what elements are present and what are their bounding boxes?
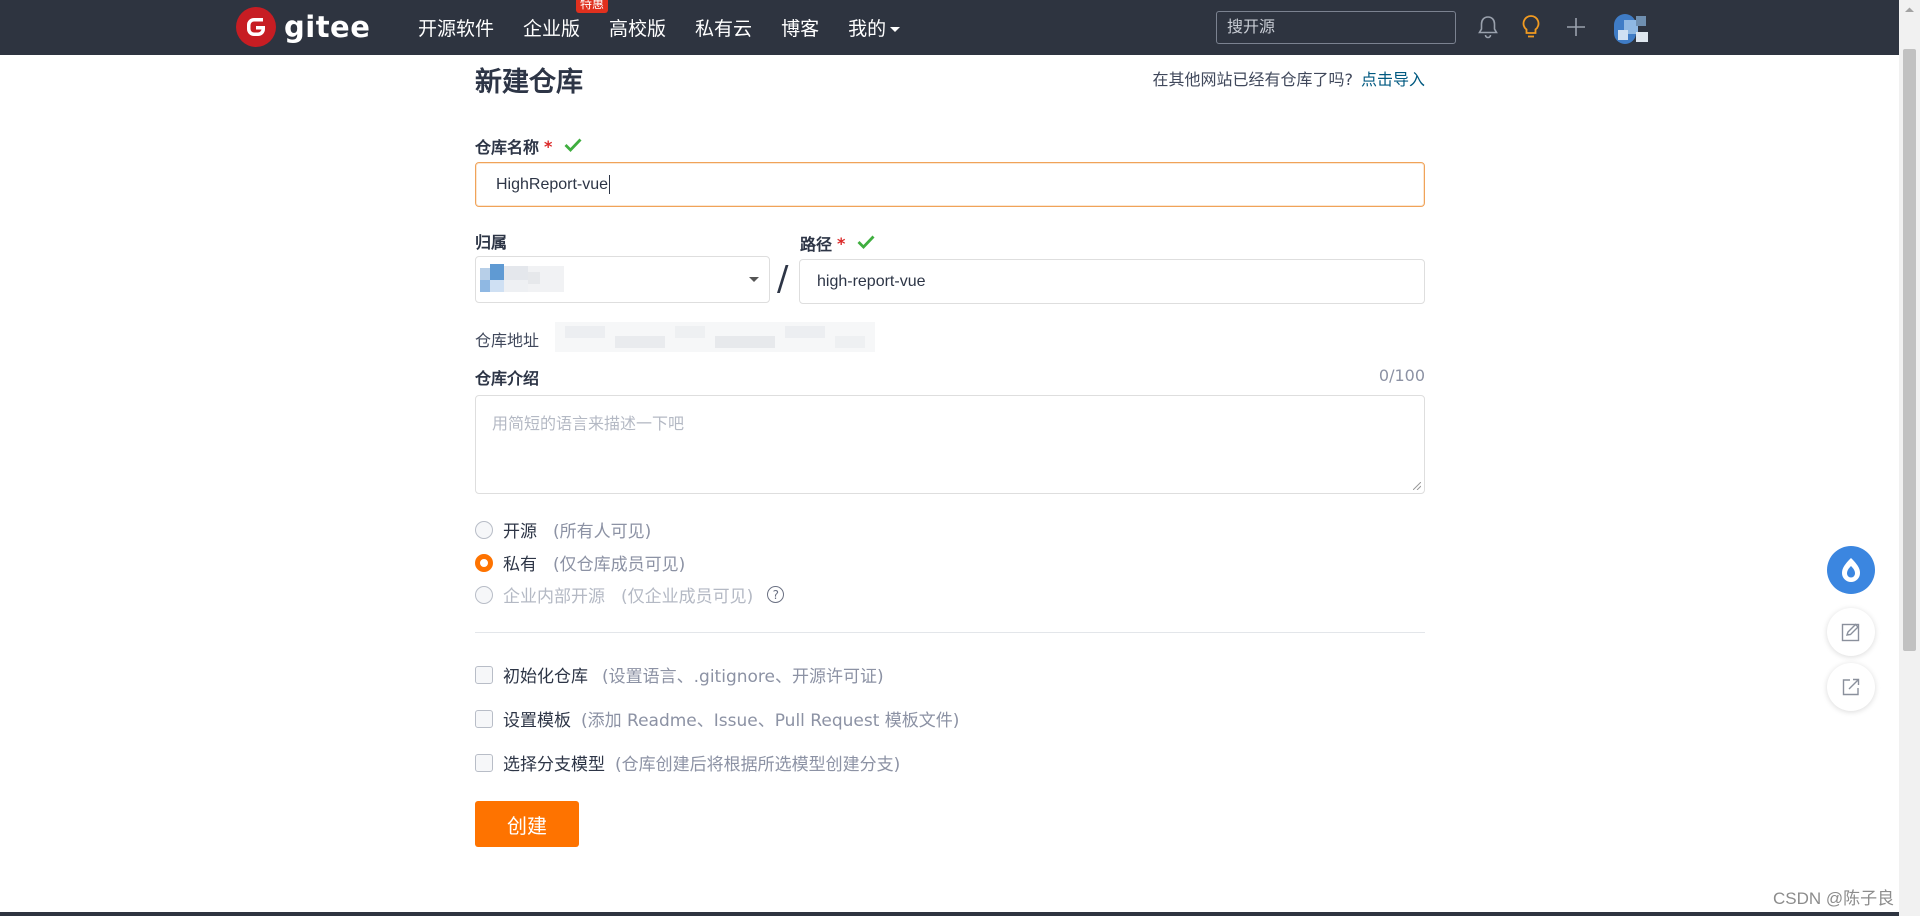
divider (475, 632, 1425, 633)
required-mark: * (544, 136, 553, 156)
radio-public-hint: (所有人可见) (553, 522, 652, 542)
description-counter: 0/100 (1378, 366, 1425, 385)
assistant-icon (1842, 558, 1860, 582)
checkbox-init-repo-hint: (设置语言、.gitignore、开源许可证) (602, 667, 884, 687)
bottom-edge (0, 912, 1899, 916)
nav-mine-label: 我的 (848, 18, 887, 40)
path-input[interactable]: high-report-vue (799, 259, 1425, 304)
radio-enterprise-hint: (仅企业成员可见) (621, 587, 754, 607)
description-label-text: 仓库介绍 (475, 369, 540, 388)
description-placeholder: 用简短的语言来描述一下吧 (492, 416, 685, 433)
resize-handle-icon[interactable] (1413, 482, 1421, 490)
main-nav: 开源软件 企业版 特惠 高校版 私有云 博客 我的 (418, 0, 929, 55)
nav-education[interactable]: 高校版 (609, 14, 666, 41)
owner-avatar (480, 264, 564, 292)
scrollbar-thumb[interactable] (1903, 49, 1916, 651)
checkbox-init-repo-box[interactable] (475, 665, 493, 684)
checkbox-init-repo[interactable]: 初始化仓库 (设置语言、.gitignore、开源许可证) (475, 662, 884, 687)
assistant-float-button[interactable] (1827, 546, 1875, 594)
radio-public-label: 开源 (503, 522, 537, 542)
path-value: high-report-vue (817, 272, 926, 290)
text-caret (609, 175, 611, 194)
checkbox-branch-model[interactable]: 选择分支模型 (仓库创建后将根据所选模型创建分支) (475, 750, 900, 775)
feedback-float-button[interactable] (1827, 608, 1875, 656)
nav-blog[interactable]: 博客 (781, 14, 819, 41)
gitee-logo[interactable]: gitee (236, 7, 370, 47)
radio-public-button[interactable] (475, 520, 493, 539)
promo-badge: 特惠 (576, 0, 609, 13)
path-label-text: 路径 (800, 235, 833, 254)
nav-enterprise[interactable]: 企业版 特惠 (523, 0, 609, 41)
import-tip: 在其他网站已经有仓库了吗? 点击导入 (1152, 66, 1425, 90)
import-tip-text: 在其他网站已经有仓库了吗? (1152, 70, 1353, 89)
checkbox-set-template-hint: (添加 Readme、Issue、Pull Request 模板文件) (581, 711, 960, 731)
nav-open-source[interactable]: 开源软件 (418, 14, 494, 41)
checkbox-branch-model-hint: (仓库创建后将根据所选模型创建分支) (615, 755, 901, 775)
owner-select[interactable] (475, 256, 770, 303)
chevron-down-icon (749, 277, 759, 282)
description-label: 仓库介绍 (475, 365, 539, 389)
path-separator: / (777, 259, 789, 299)
checkbox-set-template-label: 设置模板 (503, 711, 571, 731)
share-float-button[interactable] (1827, 663, 1875, 711)
gitee-logo-icon (236, 7, 276, 47)
nav-enterprise-label: 企业版 (523, 18, 581, 40)
external-link-icon (1842, 678, 1860, 696)
repo-name-label-text: 仓库名称 (475, 138, 540, 157)
import-link[interactable]: 点击导入 (1361, 70, 1425, 89)
page-scrollbar[interactable] (1899, 0, 1920, 916)
repo-name-label: 仓库名称 * (475, 134, 582, 158)
edit-icon (1841, 623, 1860, 642)
logo-text: gitee (284, 10, 371, 44)
repo-address-label: 仓库地址 (475, 331, 540, 350)
radio-private-hint: (仅仓库成员可见) (553, 555, 686, 575)
checkbox-branch-model-label: 选择分支模型 (503, 755, 605, 775)
page-title: 新建仓库 (475, 67, 583, 98)
checkbox-init-repo-label: 初始化仓库 (503, 667, 588, 687)
lightbulb-icon[interactable] (1517, 13, 1545, 41)
repo-name-input[interactable]: HighReport-vue (475, 162, 1425, 207)
radio-public[interactable]: 开源 (所有人可见) (475, 517, 651, 542)
bell-icon[interactable] (1474, 13, 1502, 41)
path-label: 路径 * (800, 231, 875, 255)
owner-label: 归属 (475, 229, 507, 253)
radio-private-label: 私有 (503, 555, 537, 575)
radio-enterprise-label: 企业内部开源 (503, 587, 605, 607)
help-icon[interactable]: ? (767, 586, 785, 603)
plus-icon[interactable] (1562, 13, 1590, 41)
top-navbar: gitee 开源软件 企业版 特惠 高校版 私有云 博客 我的 (0, 0, 1920, 55)
check-icon (857, 234, 875, 253)
user-avatar[interactable] (1610, 12, 1650, 46)
checkbox-set-template[interactable]: 设置模板 (添加 Readme、Issue、Pull Request 模板文件) (475, 706, 959, 731)
nav-mine[interactable]: 我的 (848, 14, 901, 41)
csdn-watermark: CSDN @陈子良 (1773, 889, 1895, 908)
repo-name-value: HighReport-vue (496, 175, 609, 193)
required-mark: * (837, 233, 846, 253)
description-textarea[interactable]: 用简短的语言来描述一下吧 (475, 395, 1425, 494)
chevron-down-icon (890, 27, 901, 32)
owner-label-text: 归属 (475, 233, 508, 252)
scroll-up-icon[interactable] (1899, 3, 1920, 17)
radio-private[interactable]: 私有 (仅仓库成员可见) (475, 550, 685, 575)
nav-private-cloud[interactable]: 私有云 (695, 14, 752, 41)
repo-address-blurred (555, 322, 875, 352)
checkbox-branch-model-box[interactable] (475, 753, 493, 772)
search-input[interactable] (1216, 11, 1456, 44)
check-icon (564, 137, 582, 156)
create-button[interactable]: 创建 (475, 801, 579, 847)
checkbox-set-template-box[interactable] (475, 709, 493, 728)
radio-enterprise-button (475, 585, 493, 604)
radio-enterprise-internal: 企业内部开源 (仅企业成员可见) ? (475, 582, 785, 607)
radio-private-button[interactable] (475, 553, 493, 572)
